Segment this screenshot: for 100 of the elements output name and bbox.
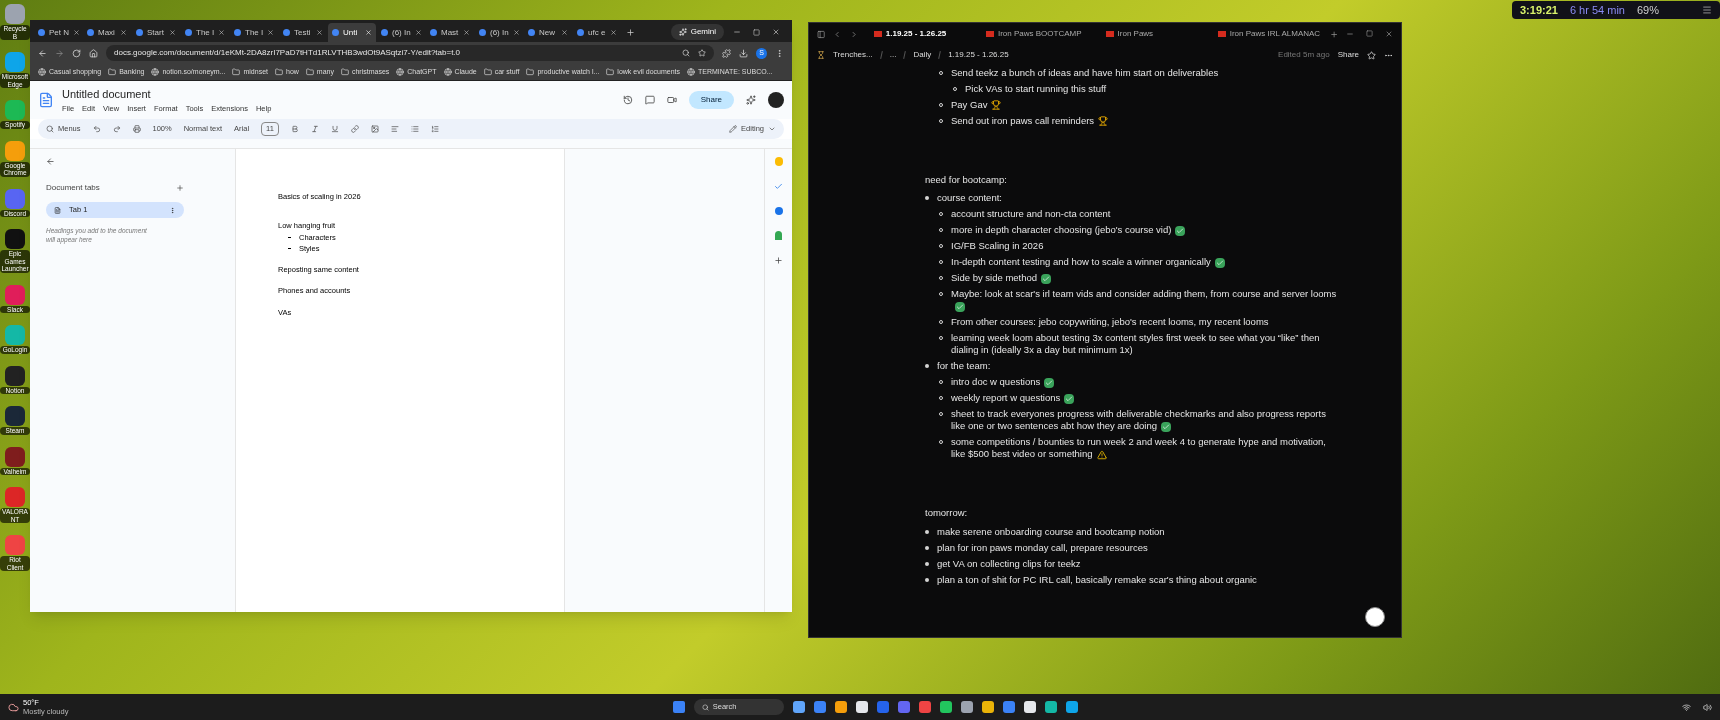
page-tab[interactable]: 1.19.25 - 1.26.25 [865,25,970,43]
close-tab-icon[interactable] [561,29,568,36]
taskbar-app-icon[interactable] [792,701,805,713]
bullet-list-icon[interactable] [410,125,419,133]
star-icon[interactable] [1367,50,1376,60]
app-icon[interactable] [5,446,25,467]
close-tab-icon[interactable] [463,29,470,36]
underline-icon[interactable] [330,125,339,133]
close-tab-icon[interactable] [512,29,520,36]
address-bar[interactable]: docs.google.com/document/d/1eKMt-2DA8zrI7PaD7tHTd1RLVTHB3wdOt9ASqtzi7-Y/edit?tab=t.0 [106,45,714,61]
folder-icon [305,68,314,76]
taskbar-app-icon[interactable] [1023,701,1036,713]
edited-status: Edited 5m ago [1278,49,1330,61]
maximize-icon[interactable] [1366,30,1373,37]
add-tab-icon[interactable] [176,184,184,192]
hourglass-icon [817,51,825,59]
bookmark-star-icon[interactable] [698,49,706,57]
browser-tab[interactable]: Pet N [34,23,82,42]
volume-icon[interactable] [1703,702,1712,712]
close-tab-icon[interactable] [73,29,80,36]
folder-icon [483,68,492,76]
close-tab-icon[interactable] [414,29,422,36]
add-icon[interactable] [774,256,783,265]
app-icon[interactable] [5,229,25,249]
globe-icon [396,68,405,76]
gemini-button[interactable]: Gemini [670,24,724,40]
browser-tab[interactable]: The I [230,23,278,42]
browser-tab[interactable]: Mast [426,23,474,42]
taskbar-app-icon[interactable] [939,701,952,713]
history-icon[interactable] [622,95,633,105]
redo-icon[interactable] [112,125,121,133]
link-icon[interactable] [350,125,359,133]
browser-tab[interactable]: Start [132,23,180,42]
taskbar-app-icon[interactable] [834,701,847,713]
close-tab-icon[interactable] [610,29,617,36]
taskbar-app-icon[interactable] [960,701,973,713]
close-tab-icon[interactable] [218,29,226,36]
breadcrumb-item[interactable]: ... [889,49,897,61]
browser-tab[interactable]: New [524,23,572,42]
close-tab-icon[interactable] [267,29,275,36]
taskbar-app-icon[interactable] [855,701,868,713]
menu-icon[interactable] [1702,5,1712,15]
breadcrumb-item[interactable]: 1.19.25 - 1.26.25 [948,49,1009,61]
video-call-icon[interactable] [666,95,677,105]
more-icon[interactable] [775,48,784,58]
sparkle-icon[interactable] [746,95,756,105]
document-title[interactable]: Untitled document [62,86,272,103]
new-tab-icon[interactable] [1329,29,1338,39]
page-tab[interactable]: Iron Paws [1097,25,1202,43]
share-button[interactable]: Share [688,91,734,109]
docs-logo-icon[interactable] [38,90,54,110]
sidebar-toggle-icon[interactable] [817,29,826,39]
browser-tab[interactable]: ufc e [573,23,621,42]
bold-icon[interactable] [290,125,299,133]
app-icon[interactable] [5,365,25,386]
align-icon[interactable] [390,125,399,133]
page-tab[interactable]: Iron Paws BOOTCAMP [977,25,1090,43]
search-icon[interactable] [682,49,690,57]
close-icon[interactable] [1385,30,1393,38]
extension-icon[interactable] [722,48,731,58]
taskbar-app-icon[interactable] [1044,701,1057,713]
comment-icon[interactable] [644,95,655,105]
home-icon[interactable] [89,48,98,58]
undo-icon[interactable] [92,125,101,133]
browser-tab[interactable]: Maxi [83,23,131,42]
browser-tab[interactable]: The I [181,23,229,42]
close-tab-icon[interactable] [316,29,323,36]
reload-icon[interactable] [72,48,81,58]
breadcrumb-item[interactable]: Daily [913,49,932,61]
breadcrumb-item[interactable]: Trenches... [833,49,873,61]
italic-icon[interactable] [310,125,319,133]
back-icon[interactable] [46,157,55,166]
wifi-icon[interactable] [1682,702,1691,712]
close-tab-icon[interactable] [169,29,176,36]
print-icon[interactable] [132,125,141,133]
share-link[interactable]: Share [1337,49,1359,61]
forward-icon[interactable] [55,48,64,58]
avatar[interactable] [768,92,784,108]
browser-tab[interactable]: (6) In [475,23,523,42]
browser-tab[interactable]: Testi [279,23,327,42]
browser-tab[interactable]: Unti [328,23,376,42]
numbered-list-icon[interactable] [430,125,439,133]
back-icon[interactable] [38,48,47,58]
maps-icon[interactable] [775,231,782,240]
taskbar-app-icon[interactable] [981,701,994,713]
download-icon[interactable] [739,48,748,58]
new-tab-icon[interactable] [626,28,635,37]
contacts-icon[interactable] [774,207,783,215]
browser-tab[interactable]: (6) In [377,23,425,42]
close-icon[interactable] [772,28,780,36]
taskbar-app-icon[interactable] [1065,701,1078,713]
image-icon[interactable] [370,125,379,133]
page-tab[interactable]: Iron Paws IRL ALMANAC [1209,25,1322,43]
app-icon[interactable] [5,406,25,426]
help-icon[interactable] [1365,607,1385,627]
start-icon[interactable] [672,701,685,713]
maximize-icon[interactable] [753,28,760,36]
close-tab-icon[interactable] [120,29,127,36]
list-item-text: weekly report w questions [951,392,1061,404]
minimize-icon[interactable] [733,28,741,36]
